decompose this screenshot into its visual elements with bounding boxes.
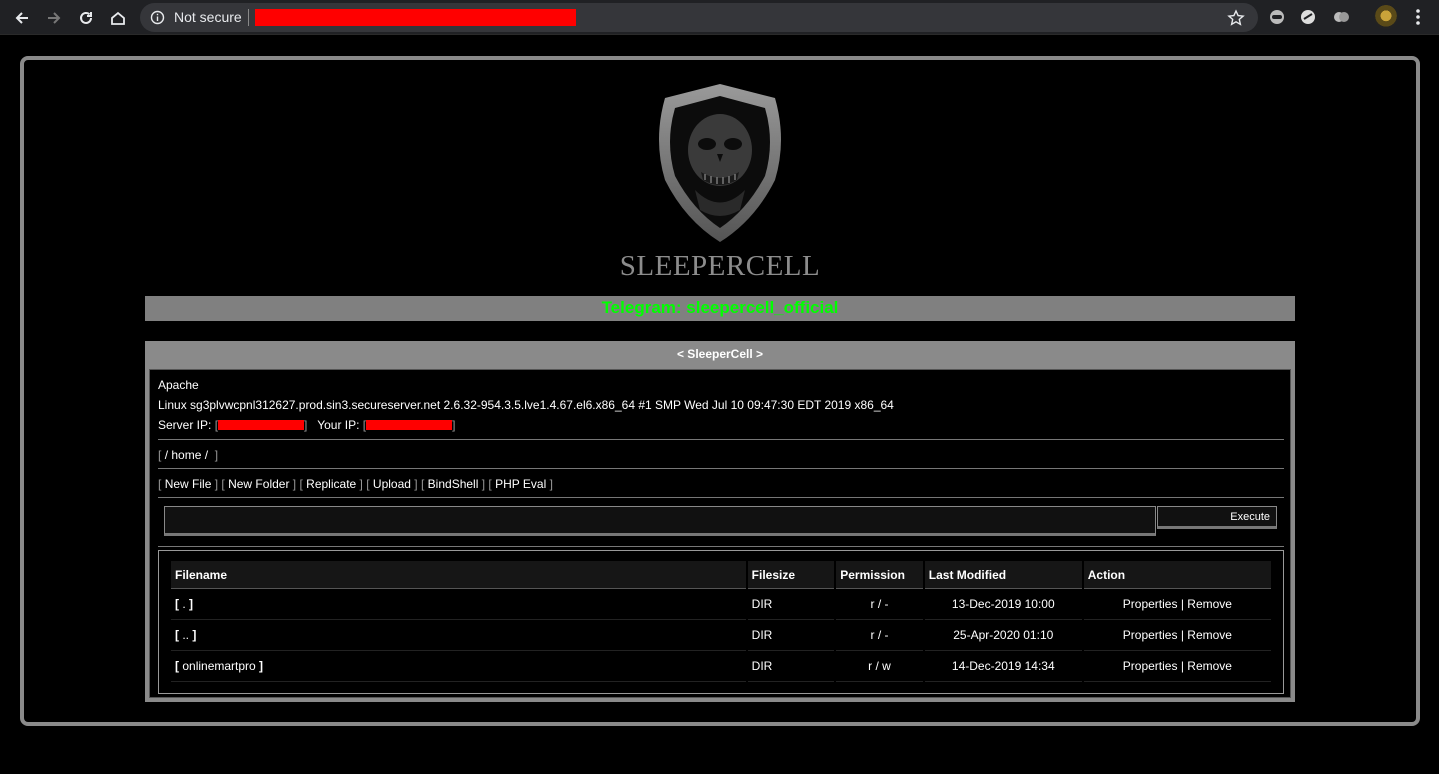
bracket: [	[420, 477, 425, 491]
new-file-link[interactable]: New File	[165, 477, 212, 491]
modified-cell: 25-Apr-2020 01:10	[924, 620, 1082, 651]
command-input[interactable]	[164, 506, 1156, 536]
remove-link[interactable]: Remove	[1187, 597, 1232, 611]
bracket: ]	[414, 477, 418, 491]
bookmark-star-icon[interactable]	[1227, 9, 1245, 27]
header-filesize: Filesize	[747, 561, 835, 589]
info-icon[interactable]	[150, 10, 165, 25]
upload-link[interactable]: Upload	[373, 477, 411, 491]
replicate-link[interactable]: Replicate	[306, 477, 356, 491]
telegram-banner: Telegram: sleepercell_official	[145, 296, 1295, 321]
your-ip-label: Your IP:	[317, 418, 360, 432]
extension-icon[interactable]	[1332, 8, 1350, 26]
skull-shield-logo	[659, 84, 781, 242]
divider	[248, 9, 249, 26]
bracket: [	[299, 477, 303, 491]
bracket: ]	[214, 477, 219, 491]
extension-icon[interactable]	[1268, 8, 1286, 26]
address-bar[interactable]: Not secure	[140, 3, 1258, 32]
bracket: ]	[211, 448, 219, 462]
properties-link[interactable]: Properties	[1123, 628, 1178, 642]
bracket: [	[488, 477, 492, 491]
action-cell: Properties | Remove	[1083, 589, 1271, 620]
server-ip-label: Server IP:	[158, 418, 212, 432]
breadcrumb: [ / home / ]	[158, 448, 218, 462]
divider	[158, 468, 1284, 469]
modified-cell: 14-Dec-2019 14:34	[924, 651, 1082, 682]
filename-cell: [ . ]	[171, 589, 746, 620]
bracket: ]	[292, 477, 297, 491]
redacted-server-ip	[218, 420, 305, 430]
bindshell-link[interactable]: BindShell	[428, 477, 479, 491]
table-row: [ . ] DIR r / - 13-Dec-2019 10:00 Proper…	[171, 589, 1271, 620]
bracket: ]	[359, 477, 363, 491]
table-header-row: Filename Filesize Permission Last Modifi…	[171, 561, 1271, 589]
action-links: [ New File ] [ New Folder ] [ Replicate …	[158, 477, 553, 491]
forward-arrow-icon[interactable]	[42, 6, 66, 30]
bracket: [	[366, 477, 370, 491]
divider	[158, 546, 1284, 547]
new-folder-link[interactable]: New Folder	[228, 477, 289, 491]
bracket: [	[221, 477, 225, 491]
table-row: [ onlinemartpro ] DIR r / w 14-Dec-2019 …	[171, 651, 1271, 682]
bracket: ]	[304, 418, 308, 432]
redacted-your-ip	[366, 420, 453, 430]
table-row: [ .. ] DIR r / - 25-Apr-2020 01:10 Prope…	[171, 620, 1271, 651]
header-action: Action	[1083, 561, 1271, 589]
panel-title: < SleeperCell >	[676, 347, 764, 361]
profile-avatar[interactable]	[1374, 5, 1398, 29]
filename-link[interactable]: ..	[182, 628, 189, 642]
current-path[interactable]: / home /	[165, 448, 208, 462]
remove-link[interactable]: Remove	[1187, 628, 1232, 642]
filename-cell: [ onlinemartpro ]	[171, 651, 746, 682]
remove-link[interactable]: Remove	[1187, 659, 1232, 673]
filename-cell: [ .. ]	[171, 620, 746, 651]
back-arrow-icon[interactable]	[10, 6, 34, 30]
properties-link[interactable]: Properties	[1123, 659, 1178, 673]
system-uname: Linux sg3plvwcpnl312627.prod.sin3.secure…	[158, 398, 894, 412]
bracket: [	[158, 477, 162, 491]
filesize-cell: DIR	[747, 620, 835, 651]
file-table-container: Filename Filesize Permission Last Modifi…	[158, 550, 1284, 694]
menu-dots-icon[interactable]	[1412, 7, 1424, 27]
permission-cell: r / w	[836, 651, 923, 682]
php-eval-link[interactable]: PHP Eval	[495, 477, 546, 491]
modified-cell: 13-Dec-2019 10:00	[924, 589, 1082, 620]
properties-link[interactable]: Properties	[1123, 597, 1178, 611]
browser-toolbar: Not secure	[0, 0, 1439, 35]
file-table: Filename Filesize Permission Last Modifi…	[169, 561, 1273, 682]
header-filename: Filename	[171, 561, 746, 589]
redacted-url[interactable]	[255, 9, 576, 26]
filesize-cell: DIR	[747, 651, 835, 682]
bracket: [	[158, 448, 162, 462]
filename-link[interactable]: .	[182, 597, 185, 611]
shell-panel: < SleeperCell > Apache Linux sg3plvwcpnl…	[145, 341, 1295, 702]
bracket: ]	[481, 477, 486, 491]
header-last-modified: Last Modified	[924, 561, 1082, 589]
ip-info: Server IP: [] Your IP: []	[158, 418, 455, 432]
execute-button[interactable]: Execute	[1157, 506, 1277, 529]
filesize-cell: DIR	[747, 589, 835, 620]
panel-body: Apache Linux sg3plvwcpnl312627.prod.sin3…	[149, 369, 1291, 698]
action-cell: Properties | Remove	[1083, 651, 1271, 682]
permission-cell: r / -	[836, 589, 923, 620]
security-label: Not secure	[174, 9, 242, 25]
header-permission: Permission	[836, 561, 923, 589]
action-cell: Properties | Remove	[1083, 620, 1271, 651]
divider	[158, 439, 1284, 440]
telegram-text: Telegram: sleepercell_official	[601, 298, 839, 317]
bracket: ]	[452, 418, 456, 432]
bracket: ]	[549, 477, 553, 491]
reload-icon[interactable]	[74, 6, 98, 30]
extension-icon[interactable]	[1299, 8, 1317, 26]
filename-link[interactable]: onlinemartpro	[182, 659, 255, 673]
divider	[158, 497, 1284, 498]
home-icon[interactable]	[106, 6, 130, 30]
brand-name: SLEEPERCELL	[619, 250, 821, 282]
server-software: Apache	[158, 378, 199, 392]
permission-cell: r / -	[836, 620, 923, 651]
